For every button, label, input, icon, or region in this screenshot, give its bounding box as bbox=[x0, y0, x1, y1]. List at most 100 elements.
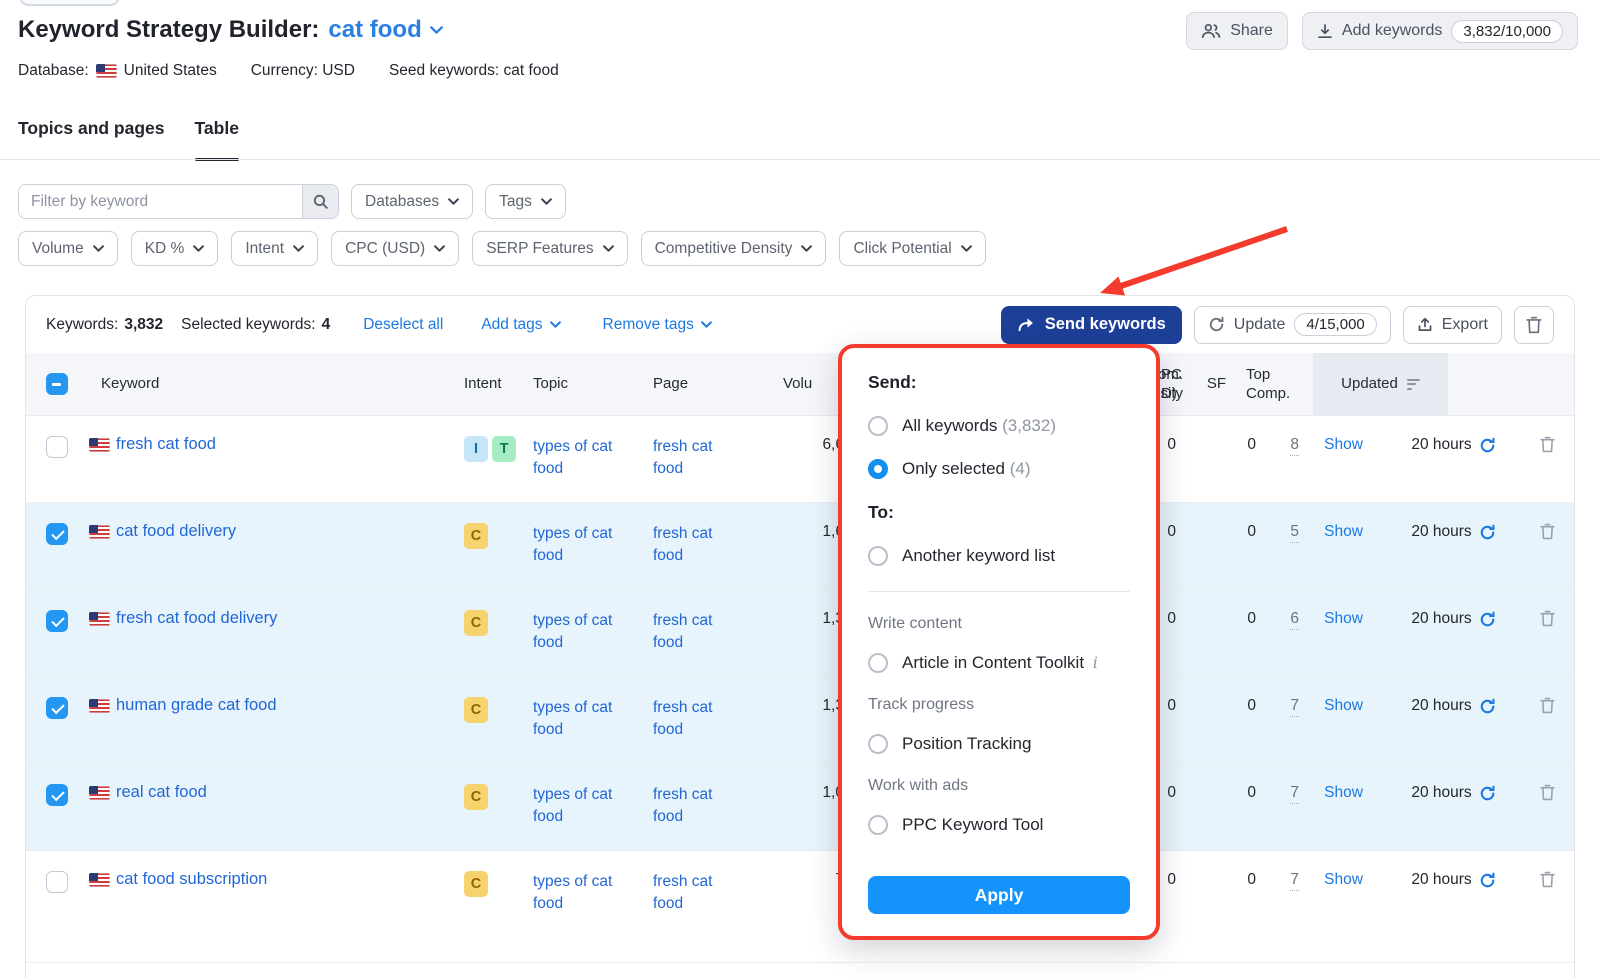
row-checkbox[interactable] bbox=[46, 523, 68, 545]
topic-link[interactable]: types of cat food bbox=[533, 610, 613, 653]
serp-features-value[interactable]: 8 bbox=[1290, 436, 1299, 456]
serp-features-value[interactable]: 6 bbox=[1290, 610, 1299, 630]
row-checkbox[interactable] bbox=[46, 436, 68, 458]
chevron-down-icon bbox=[448, 198, 459, 205]
row-checkbox[interactable] bbox=[46, 871, 68, 893]
filter-tags[interactable]: Tags bbox=[485, 184, 566, 219]
send-keywords-button[interactable]: Send keywords bbox=[1001, 306, 1182, 344]
row-delete-button[interactable] bbox=[1540, 784, 1555, 801]
tab-topics-and-pages[interactable]: Topics and pages bbox=[18, 118, 165, 149]
refresh-icon[interactable] bbox=[1479, 437, 1496, 454]
radio-button[interactable] bbox=[868, 546, 888, 566]
topic-link[interactable]: types of cat food bbox=[533, 784, 613, 827]
refresh-icon[interactable] bbox=[1479, 785, 1496, 802]
header-topic[interactable]: Topic bbox=[526, 353, 646, 415]
intent-badge-c[interactable]: C bbox=[464, 610, 488, 636]
header-intent[interactable]: Intent bbox=[456, 353, 526, 415]
topic-link[interactable]: types of cat food bbox=[533, 697, 613, 740]
topic-link[interactable]: types of cat food bbox=[533, 871, 613, 914]
show-link[interactable]: Show bbox=[1324, 610, 1363, 628]
row-checkbox[interactable] bbox=[46, 784, 68, 806]
filter-volume[interactable]: Volume bbox=[18, 231, 118, 266]
show-link[interactable]: Show bbox=[1324, 871, 1363, 889]
radio-button[interactable] bbox=[868, 459, 888, 479]
search-button[interactable] bbox=[302, 185, 338, 218]
send-option-only-selected: Only selected (4) bbox=[868, 459, 1130, 479]
radio-button[interactable] bbox=[868, 416, 888, 436]
serp-features-value[interactable]: 7 bbox=[1290, 871, 1299, 891]
intent-badge-i[interactable]: I bbox=[464, 436, 488, 462]
page-link[interactable]: fresh cat food bbox=[653, 436, 729, 479]
topic-link[interactable]: types of cat food bbox=[533, 523, 613, 566]
radio-button[interactable] bbox=[868, 815, 888, 835]
serp-features-value[interactable]: 7 bbox=[1290, 784, 1299, 804]
header-page[interactable]: Page bbox=[646, 353, 771, 415]
apply-button[interactable]: Apply bbox=[868, 876, 1130, 914]
to-option-another-keyword-list: Another keyword list bbox=[868, 546, 1130, 566]
filter-kd[interactable]: KD % bbox=[131, 231, 219, 266]
keyword-filter-input[interactable] bbox=[19, 185, 302, 218]
keyword-link[interactable]: real cat food bbox=[116, 783, 207, 802]
filter-intent[interactable]: Intent bbox=[231, 231, 318, 266]
filter-competitive-density[interactable]: Competitive Density bbox=[641, 231, 827, 266]
show-link[interactable]: Show bbox=[1324, 436, 1363, 454]
refresh-icon[interactable] bbox=[1479, 698, 1496, 715]
table-row: real cat food C types of cat food fresh … bbox=[26, 764, 1574, 851]
filter-databases[interactable]: Databases bbox=[351, 184, 473, 219]
row-delete-button[interactable] bbox=[1540, 610, 1555, 627]
intent-badge-c[interactable]: C bbox=[464, 871, 488, 897]
deselect-all-link[interactable]: Deselect all bbox=[363, 316, 443, 334]
filter-cpc-usd[interactable]: CPC (USD) bbox=[331, 231, 459, 266]
add-tags-link[interactable]: Add tags bbox=[481, 316, 560, 334]
delete-list-button[interactable] bbox=[1514, 306, 1554, 344]
radio-button[interactable] bbox=[868, 734, 888, 754]
intent-badge-c[interactable]: C bbox=[464, 697, 488, 723]
export-button[interactable]: Export bbox=[1403, 306, 1502, 344]
filter-serp-features[interactable]: SERP Features bbox=[472, 231, 627, 266]
row-checkbox[interactable] bbox=[46, 697, 68, 719]
row-delete-button[interactable] bbox=[1540, 871, 1555, 888]
share-button[interactable]: Share bbox=[1186, 12, 1288, 50]
show-link[interactable]: Show bbox=[1324, 697, 1363, 715]
header-top-comp[interactable]: TopComp. bbox=[1228, 353, 1313, 415]
header-updated[interactable]: Updated bbox=[1313, 353, 1448, 415]
update-button[interactable]: Update 4/15,000 bbox=[1194, 306, 1391, 344]
row-delete-button[interactable] bbox=[1540, 436, 1555, 453]
row-checkbox[interactable] bbox=[46, 610, 68, 632]
info-icon[interactable]: i bbox=[1093, 653, 1098, 672]
refresh-icon[interactable] bbox=[1479, 611, 1496, 628]
select-all-checkbox[interactable] bbox=[46, 373, 68, 395]
tab-table[interactable]: Table bbox=[195, 118, 239, 149]
page-link[interactable]: fresh cat food bbox=[653, 784, 729, 827]
keyword-link[interactable]: cat food subscription bbox=[116, 870, 267, 889]
topic-link[interactable]: types of cat food bbox=[533, 436, 613, 479]
serp-features-value[interactable]: 7 bbox=[1290, 697, 1299, 717]
keyword-link[interactable]: fresh cat food delivery bbox=[116, 609, 277, 628]
show-link[interactable]: Show bbox=[1324, 784, 1363, 802]
filter-click-potential[interactable]: Click Potential bbox=[839, 231, 985, 266]
refresh-icon[interactable] bbox=[1479, 872, 1496, 889]
intent-badge-t[interactable]: T bbox=[492, 436, 516, 462]
row-delete-button[interactable] bbox=[1540, 697, 1555, 714]
serp-features-value[interactable]: 5 bbox=[1290, 523, 1299, 543]
refresh-icon[interactable] bbox=[1479, 524, 1496, 541]
header-keyword[interactable]: Keyword bbox=[83, 353, 456, 415]
header-sf[interactable]: SF bbox=[1183, 353, 1228, 415]
intent-badge-c[interactable]: C bbox=[464, 523, 488, 549]
page-link[interactable]: fresh cat food bbox=[653, 871, 729, 914]
page-link[interactable]: fresh cat food bbox=[653, 610, 729, 653]
radio-button[interactable] bbox=[868, 653, 888, 673]
page-link[interactable]: fresh cat food bbox=[653, 697, 729, 740]
header-cpc-truncated[interactable]: PC D) bbox=[1161, 353, 1182, 415]
row-delete-button[interactable] bbox=[1540, 523, 1555, 540]
keyword-link[interactable]: fresh cat food bbox=[116, 435, 216, 454]
project-selector[interactable]: cat food bbox=[328, 16, 442, 44]
header-volume-truncated[interactable]: Volu bbox=[783, 353, 812, 415]
intent-badge-c[interactable]: C bbox=[464, 784, 488, 810]
add-keywords-button[interactable]: Add keywords 3,832/10,000 bbox=[1302, 12, 1578, 50]
keyword-link[interactable]: human grade cat food bbox=[116, 696, 277, 715]
remove-tags-link[interactable]: Remove tags bbox=[603, 316, 712, 334]
keyword-link[interactable]: cat food delivery bbox=[116, 522, 236, 541]
show-link[interactable]: Show bbox=[1324, 523, 1363, 541]
page-link[interactable]: fresh cat food bbox=[653, 523, 729, 566]
